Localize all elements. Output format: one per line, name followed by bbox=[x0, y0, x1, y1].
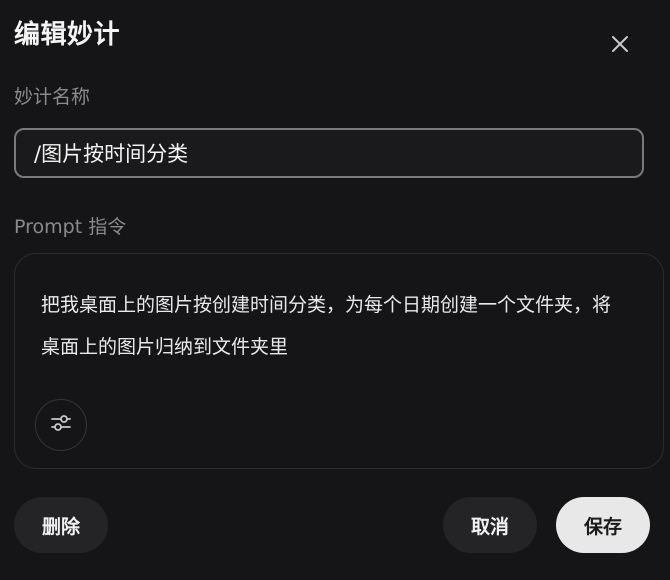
cancel-button[interactable]: 取消 bbox=[443, 497, 537, 553]
name-input[interactable] bbox=[14, 128, 644, 178]
prompt-text[interactable]: 把我桌面上的图片按创建时间分类，为每个日期创建一个文件夹，将桌面上的图片归纳到文… bbox=[41, 284, 621, 368]
dialog-title: 编辑妙计 bbox=[14, 20, 121, 50]
prompt-textarea[interactable]: 把我桌面上的图片按创建时间分类，为每个日期创建一个文件夹，将桌面上的图片归纳到文… bbox=[14, 253, 664, 469]
name-field-label: 妙计名称 bbox=[14, 86, 91, 108]
delete-button[interactable]: 删除 bbox=[14, 497, 108, 553]
prompt-field-label: Prompt 指令 bbox=[14, 216, 127, 238]
close-button[interactable] bbox=[604, 30, 636, 62]
edit-tip-dialog: 编辑妙计 妙计名称 Prompt 指令 把我桌面上的图片按创建时间分类，为每个日… bbox=[0, 0, 670, 580]
prompt-settings-button[interactable] bbox=[35, 399, 87, 451]
save-button[interactable]: 保存 bbox=[556, 497, 650, 553]
sliders-icon bbox=[50, 412, 72, 438]
close-icon bbox=[610, 34, 630, 58]
